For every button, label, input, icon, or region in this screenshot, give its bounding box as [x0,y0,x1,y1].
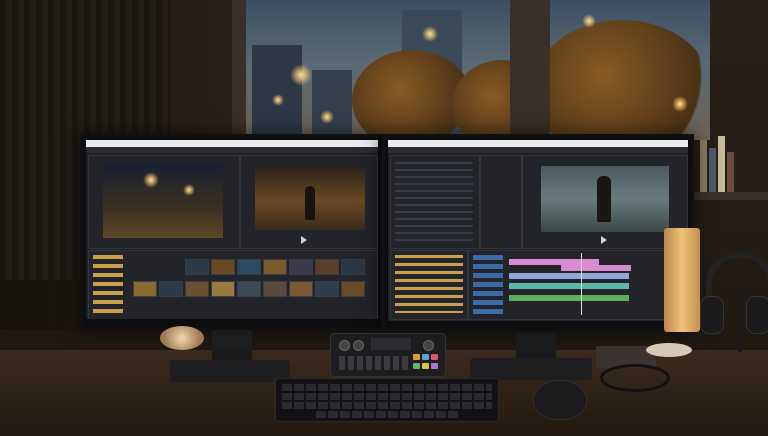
tree [532,20,710,140]
key-row[interactable] [282,384,492,391]
folder-icon[interactable] [93,255,123,313]
monitor-base [470,358,592,380]
book [709,148,716,192]
window-frame [510,0,550,140]
clip-thumbnail[interactable] [341,281,365,297]
monitor-base [170,360,290,382]
right-screen [388,140,688,321]
key-row[interactable] [316,411,458,418]
source-video-frame [103,164,223,238]
app-titlebar [86,140,378,147]
video-clip[interactable] [509,273,629,279]
clip-thumbnail[interactable] [263,259,287,275]
program-monitor-panel [240,155,378,249]
program-video-frame [541,166,669,232]
knob[interactable] [423,340,434,351]
key-row[interactable] [282,393,492,400]
headphone-cup [746,296,768,334]
left-screen [86,140,378,319]
street-light [320,110,334,124]
street-light [272,94,284,106]
project-bin-panel [88,250,378,319]
keyboard[interactable] [275,378,499,422]
window-light [582,14,596,28]
track-headers [473,255,503,315]
headphone-cup [700,296,724,334]
building [252,45,302,140]
window-light [422,26,438,42]
playhead[interactable] [581,253,582,315]
project-files-panel [390,250,468,320]
shelf [690,192,768,200]
cable-coil [600,364,670,392]
timeline-panel [468,250,688,320]
play-icon[interactable] [601,236,607,244]
pad-button[interactable] [431,354,438,360]
effect-list [395,162,473,242]
pad-button[interactable] [431,363,438,369]
lamp-base [646,343,692,357]
street-light [672,96,688,112]
effect-controls-panel [390,155,480,249]
headphones [700,252,768,352]
button-row[interactable] [339,356,409,370]
key-row[interactable] [282,402,492,409]
right-monitor [382,134,694,332]
audio-controller [330,333,446,377]
clip-thumbnail[interactable] [341,259,365,275]
app-menubar [86,147,378,153]
knob[interactable] [339,340,350,351]
program-video-frame [255,166,365,230]
clip-thumbnail[interactable] [185,259,209,275]
knob[interactable] [353,340,364,351]
audio-clip[interactable] [509,283,629,289]
clip-thumbnail[interactable] [237,259,261,275]
mouse[interactable] [533,380,587,420]
frame-light [143,172,159,188]
source-monitor-panel [88,155,240,249]
window-view [232,0,710,140]
app-menubar [388,147,688,153]
clip-thumbnail[interactable] [133,281,157,297]
video-clip[interactable] [561,265,631,271]
pad-button[interactable] [413,363,420,369]
pad-button[interactable] [422,363,429,369]
clip-thumbnail[interactable] [289,259,313,275]
clip-thumbnail[interactable] [237,281,261,297]
clip-thumbnail[interactable] [159,281,183,297]
audio-clip[interactable] [509,295,629,301]
figure-silhouette [597,176,611,222]
effect-values-panel [480,155,522,249]
clip-thumbnail[interactable] [211,259,235,275]
book [727,152,734,192]
pad-button[interactable] [422,354,429,360]
clip-thumbnail[interactable] [263,281,287,297]
clip-thumbnail[interactable] [211,281,235,297]
building [312,70,352,140]
clip-thumbnail[interactable] [289,281,313,297]
app-titlebar [388,140,688,147]
clip-thumbnail[interactable] [185,281,209,297]
clip-thumbnail[interactable] [315,281,339,297]
glow-orb-lamp [160,326,204,350]
photo-scene [0,0,768,436]
pad-button[interactable] [413,354,420,360]
play-icon[interactable] [301,236,307,244]
desk-lamp [664,228,700,332]
controller-display [371,338,411,350]
clip-thumbnail[interactable] [315,259,339,275]
left-monitor [80,134,384,330]
figure-silhouette [305,186,315,220]
window-frame [232,0,246,140]
book [700,140,707,192]
frame-light [183,184,195,196]
folder-icon[interactable] [395,255,463,313]
headphone-stand [738,292,742,352]
book [718,136,725,192]
street-light [290,64,312,86]
